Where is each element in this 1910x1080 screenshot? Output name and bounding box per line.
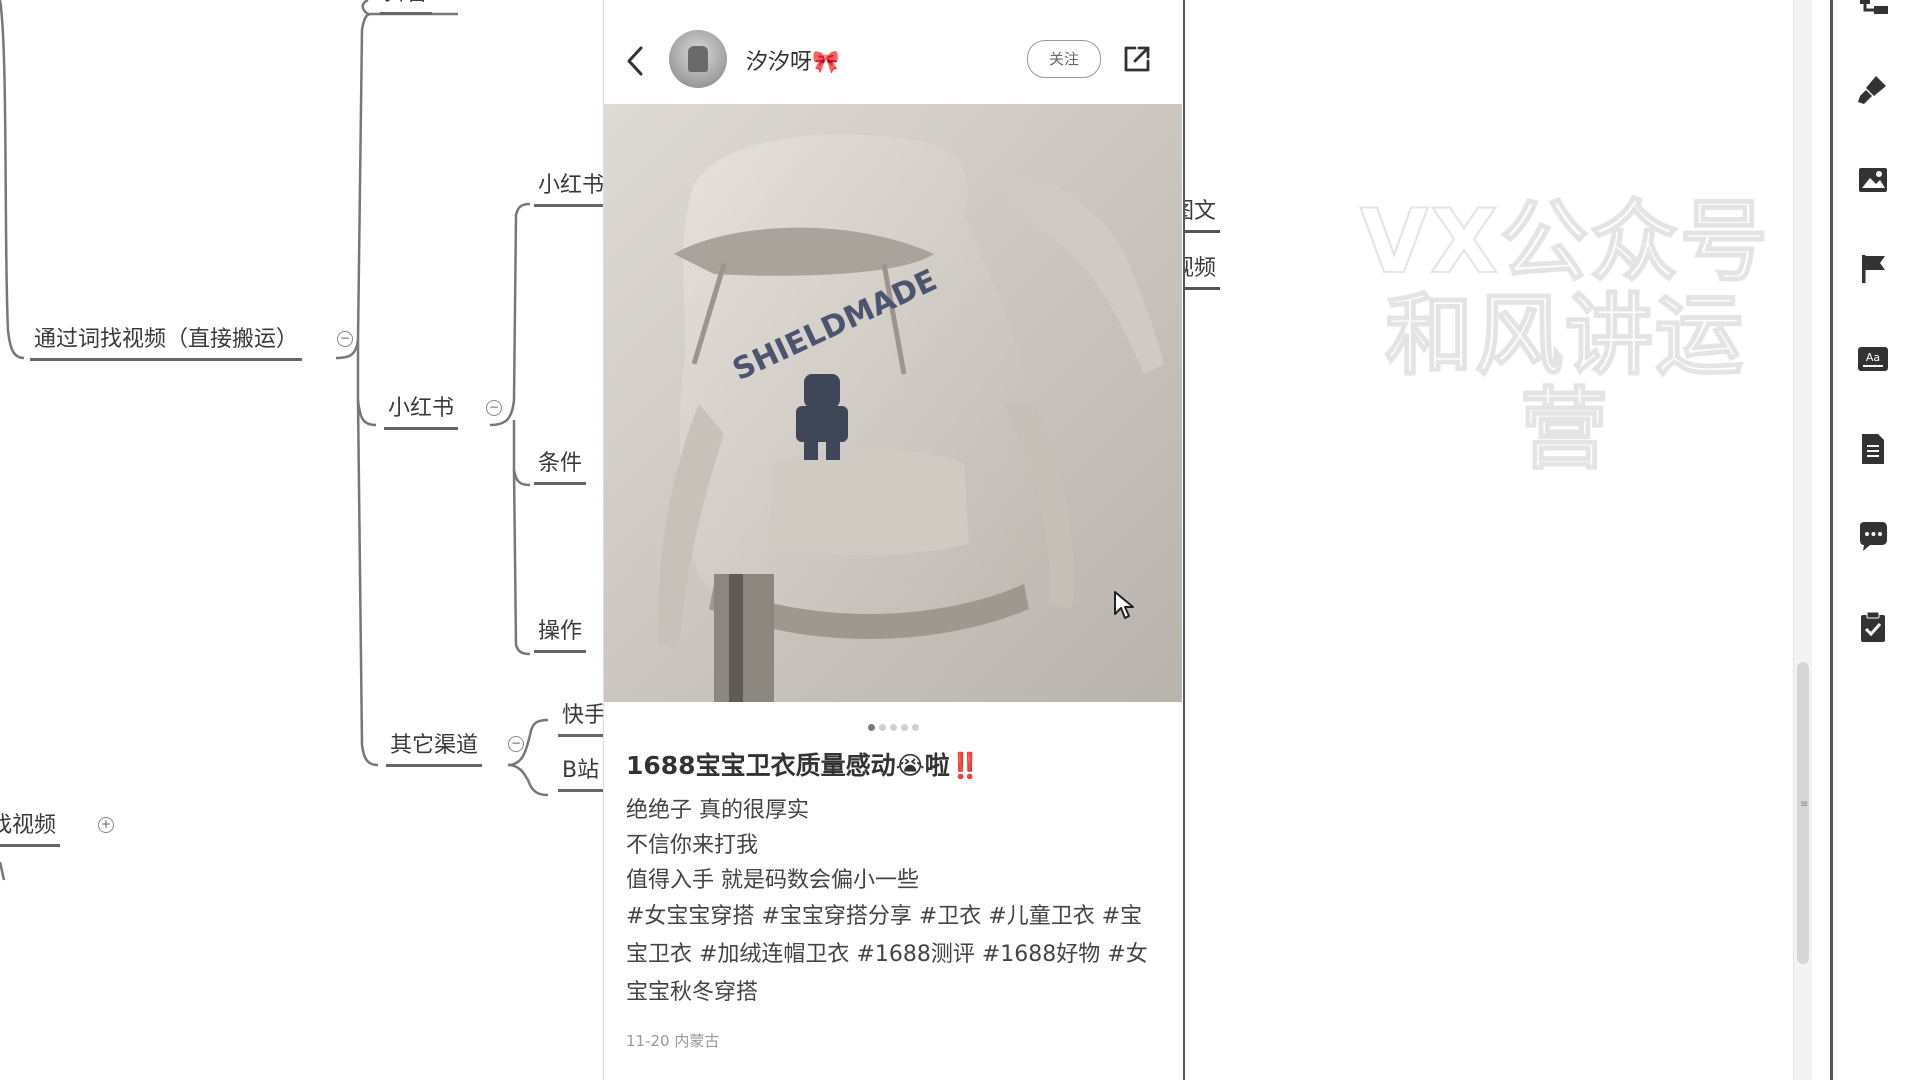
back-arrow-icon[interactable] xyxy=(622,44,648,78)
task-icon[interactable] xyxy=(1856,610,1890,644)
hashtag[interactable]: #女宝宝穿搭 xyxy=(626,904,761,929)
hashtag[interactable]: #1688好物 xyxy=(982,942,1107,967)
mindmap-node-xiaohongshu[interactable]: 小红书 xyxy=(384,395,459,430)
scrollbar-grip-icon: ≡ xyxy=(1800,799,1809,810)
outline-icon[interactable] xyxy=(1856,0,1890,26)
mindmap-node-other-channels[interactable]: 其它渠道 xyxy=(386,732,483,767)
hashtag[interactable]: #卫衣 xyxy=(919,904,988,929)
mindmap-node-douyin[interactable]: 抖音 xyxy=(380,0,433,15)
mindmap-node-bilibili[interactable]: B站 xyxy=(558,757,604,792)
post-body: 绝绝子 真的很厚实 不信你来打我 值得入手 就是码数会偏小一些 xyxy=(626,793,1156,898)
avatar[interactable] xyxy=(669,30,727,88)
image-icon[interactable] xyxy=(1856,163,1890,197)
post-panel: 汐汐呀🎀 关注 SHIELDMADE 1688宝宝卫衣质量感动😭啦‼️ 绝绝子 … xyxy=(603,0,1185,1080)
mouse-pointer-icon xyxy=(1114,591,1134,619)
hashtag[interactable]: #1688测评 xyxy=(856,942,981,967)
hashtag[interactable]: #加绒连帽卫衣 xyxy=(699,942,856,967)
mindmap-node-operations[interactable]: 操作 xyxy=(534,618,587,653)
carousel-dot[interactable] xyxy=(879,724,886,731)
hoodie-photo: SHIELDMADE xyxy=(604,104,1182,702)
post-tags: #女宝宝穿搭 #宝宝穿搭分享 #卫衣 #儿童卫衣 #宝宝卫衣 #加绒连帽卫衣 #… xyxy=(626,898,1156,1012)
expand-toggle-find-video[interactable]: + xyxy=(98,817,114,833)
watermark-line-2: 和风讲运营 xyxy=(1384,284,1745,481)
share-icon[interactable] xyxy=(1121,43,1153,75)
collapse-toggle-other-channels[interactable]: − xyxy=(508,736,524,752)
mindmap-node-find-video[interactable]: 找视频 xyxy=(0,812,61,847)
post-header: 汐汐呀🎀 关注 xyxy=(604,0,1183,104)
follow-button[interactable]: 关注 xyxy=(1027,40,1101,78)
image-carousel-dots xyxy=(604,716,1183,731)
watermark: VX公众号 和风讲运营 xyxy=(1355,190,1775,481)
right-toolbar: Aa xyxy=(1830,0,1910,1080)
text-style-icon[interactable]: Aa xyxy=(1856,342,1890,376)
comment-icon[interactable] xyxy=(1856,520,1890,554)
mindmap-node-xiaohongshu-sub[interactable]: 小红书 xyxy=(534,172,609,207)
mindmap-node-find-video-by-words[interactable]: 通过词找视频（直接搬运） xyxy=(30,326,303,361)
post-image[interactable]: SHIELDMADE xyxy=(604,104,1182,702)
post-date-location: 11-20 内蒙古 xyxy=(626,1032,720,1050)
post-body-line: 值得入手 就是码数会偏小一些 xyxy=(626,868,919,893)
bow-emoji: 🎀 xyxy=(812,50,840,75)
note-icon[interactable] xyxy=(1856,432,1890,466)
carousel-dot[interactable] xyxy=(868,724,875,731)
carousel-dot[interactable] xyxy=(912,724,919,731)
brush-icon[interactable] xyxy=(1856,72,1890,106)
carousel-dot[interactable] xyxy=(890,724,897,731)
post-body-line: 绝绝子 真的很厚实 xyxy=(626,798,809,823)
carousel-dot[interactable] xyxy=(901,724,908,731)
username[interactable]: 汐汐呀🎀 xyxy=(746,44,839,76)
hashtag[interactable]: #儿童卫衣 xyxy=(988,904,1101,929)
username-text: 汐汐呀 xyxy=(746,50,813,75)
collapse-toggle-find-video[interactable]: − xyxy=(337,331,353,347)
svg-text:Aa: Aa xyxy=(1866,351,1880,364)
watermark-line-1: VX公众号 xyxy=(1359,190,1770,293)
mindmap-node-conditions[interactable]: 条件 xyxy=(534,450,587,485)
post-title: 1688宝宝卫衣质量感动😭啦‼️ xyxy=(626,751,981,780)
hashtag[interactable]: #宝宝穿搭分享 xyxy=(761,904,918,929)
flag-icon[interactable] xyxy=(1856,252,1890,286)
post-body-line: 不信你来打我 xyxy=(626,833,759,858)
collapse-toggle-xiaohongshu[interactable]: − xyxy=(486,400,502,416)
